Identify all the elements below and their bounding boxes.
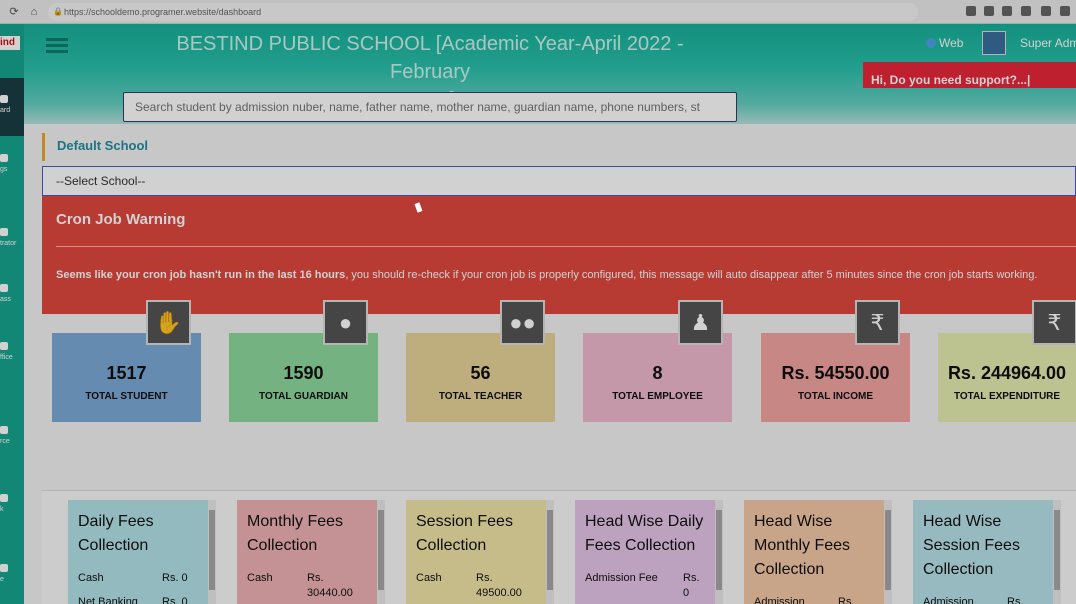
search-box[interactable] <box>123 92 737 122</box>
sidebar-item-office[interactable]: ffice <box>0 342 24 362</box>
scrollbar[interactable] <box>884 500 892 604</box>
group-icon: ●● <box>500 300 545 345</box>
fee-card-head-monthly: Head Wise Monthly Fees Collection Admiss… <box>744 500 887 604</box>
stat-card-guardian[interactable]: 1590 TOTAL GUARDIAN <box>229 333 378 422</box>
puzzle-icon[interactable] <box>1041 6 1051 16</box>
person-icon: ● <box>323 300 368 345</box>
sidebar: ind ard gs trator ass ffice rce k e <box>0 24 24 604</box>
fee-card-session: Session Fees Collection Cash Rs. 49500.0… <box>406 500 549 604</box>
reload-icon[interactable]: ⟳ <box>8 6 20 18</box>
fee-card-monthly: Monthly Fees Collection Cash Rs. 30440.0… <box>237 500 380 604</box>
sidebar-item-dashboard[interactable]: ard <box>0 95 24 115</box>
scrollbar[interactable] <box>546 500 554 604</box>
sidebar-item-administrator[interactable]: trator <box>0 228 24 248</box>
fee-card-head-daily: Head Wise Daily Fees Collection Admissio… <box>575 500 718 604</box>
extension-icon[interactable] <box>966 6 976 16</box>
class-icon <box>0 284 8 292</box>
browser-toolbar: ⟳ ⌂ 🔒 https://schooldemo.programer.websi… <box>0 0 1076 24</box>
address-bar[interactable]: 🔒 https://schooldemo.programer.website/d… <box>48 3 918 21</box>
sidebar-item-book[interactable]: k <box>0 494 24 514</box>
cron-warning-alert: Cron Job Warning Seems like your cron jo… <box>42 196 1076 314</box>
avatar[interactable] <box>982 31 1006 55</box>
sidebar-item-settings[interactable]: gs <box>0 154 24 174</box>
support-chat-banner[interactable]: Hi, Do you need support?...| <box>863 62 1076 88</box>
home-icon[interactable]: ⌂ <box>28 6 40 18</box>
logo: ind <box>0 36 20 50</box>
stat-card-expenditure[interactable]: Rs. 244964.00 TOTAL EXPENDITURE <box>938 333 1076 422</box>
scrollbar[interactable] <box>715 500 723 604</box>
settings-icon <box>0 154 8 162</box>
translate-icon[interactable] <box>1002 6 1012 16</box>
resource-icon <box>0 426 8 434</box>
school-select[interactable]: --Select School-- <box>42 166 1076 196</box>
school-label: Default School <box>42 133 148 161</box>
pen-icon[interactable] <box>984 6 994 16</box>
sidebar-item-resource[interactable]: rce <box>0 426 24 446</box>
user-name[interactable]: Super Adm <box>1020 36 1076 50</box>
scrollbar[interactable] <box>1053 500 1061 604</box>
admin-icon <box>0 228 8 236</box>
child-icon: ✋ <box>146 300 191 345</box>
url-text: https://schooldemo.programer.website/das… <box>64 7 262 17</box>
scrollbar[interactable] <box>208 500 216 604</box>
lock-icon: 🔒 <box>53 7 63 16</box>
rupee-icon: ₹ <box>855 300 900 345</box>
dashboard-icon <box>0 95 8 103</box>
search-input[interactable] <box>124 93 736 121</box>
rupee-icon: ₹ <box>1032 300 1076 345</box>
divider <box>56 246 1076 247</box>
office-icon <box>0 342 8 350</box>
fee-card-head-session: Head Wise Session Fees Collection Admiss… <box>913 500 1056 604</box>
cron-warning-title: Cron Job Warning <box>56 211 186 228</box>
stat-card-employee[interactable]: 8 TOTAL EMPLOYEE <box>583 333 732 422</box>
scrollbar[interactable] <box>377 500 385 604</box>
globe-icon <box>926 38 936 48</box>
more-icon <box>0 564 8 572</box>
stat-card-teacher[interactable]: 56 TOTAL TEACHER <box>406 333 555 422</box>
sidepanel-icon[interactable] <box>1060 6 1070 16</box>
employee-icon: ♟ <box>678 300 723 345</box>
stat-card-student[interactable]: 1517 TOTAL STUDENT <box>52 333 201 422</box>
sidebar-item-more[interactable]: e <box>0 564 24 584</box>
cron-warning-message: Seems like your cron job hasn't run in t… <box>56 269 1038 281</box>
fee-card-daily: Daily Fees Collection Cash Rs. 0 Net Ban… <box>68 500 211 604</box>
window-icon[interactable] <box>1021 6 1031 16</box>
sidebar-item-class[interactable]: ass <box>0 284 24 304</box>
menu-icon[interactable] <box>46 38 68 54</box>
stat-card-income[interactable]: Rs. 54550.00 TOTAL INCOME <box>761 333 910 422</box>
web-link[interactable]: Web <box>926 36 963 50</box>
book-icon <box>0 494 8 502</box>
